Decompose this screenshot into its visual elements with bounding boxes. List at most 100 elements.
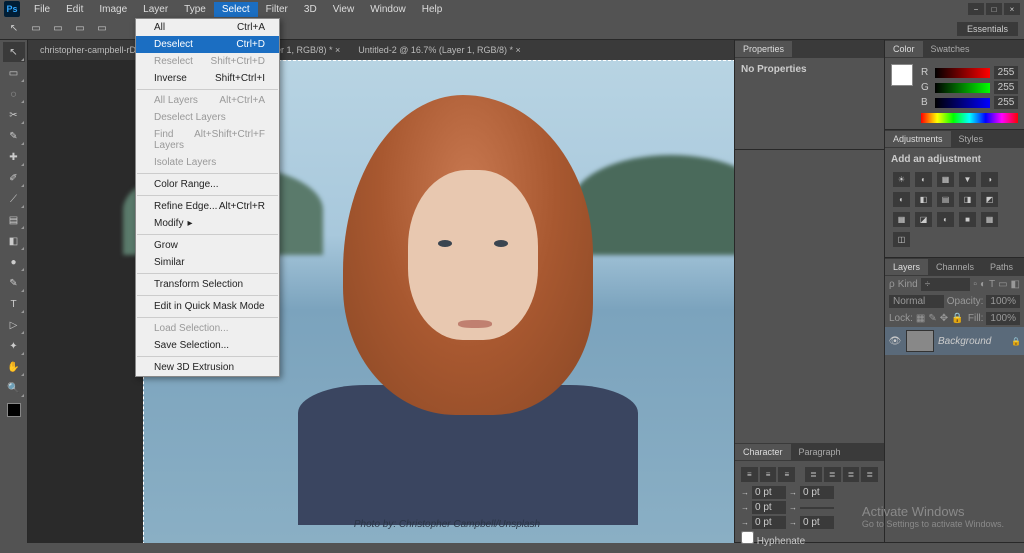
filter-shape-icon[interactable]: ▭ (998, 279, 1007, 290)
maximize-button[interactable]: □ (986, 3, 1002, 15)
subtract-selection-icon[interactable]: ▭ (72, 21, 88, 37)
filter-smart-icon[interactable]: ◧ (1011, 279, 1020, 290)
blue-value[interactable]: 255 (994, 96, 1018, 109)
tool-2[interactable]: ◌ (3, 84, 25, 104)
adjustments-tab[interactable]: Adjustments (885, 131, 951, 147)
adjustment-icon-13[interactable]: ■ (959, 212, 976, 227)
menu-item-grow[interactable]: Grow (136, 237, 279, 254)
adjustment-icon-10[interactable]: ▦ (893, 212, 910, 227)
layer-row-background[interactable]: 👁 Background 🔒 (885, 327, 1024, 355)
menu-item-save-selection-[interactable]: Save Selection... (136, 337, 279, 354)
tool-14[interactable]: ✦ (3, 336, 25, 356)
tool-1[interactable]: ▭ (3, 63, 25, 83)
menu-view[interactable]: View (325, 2, 363, 17)
fill-input[interactable]: 100% (986, 312, 1020, 325)
tool-0[interactable]: ↖ (3, 42, 25, 62)
adjustment-icon-4[interactable]: ◑ (981, 172, 998, 187)
align-right-icon[interactable]: ≡ (778, 467, 795, 482)
blend-mode-select[interactable]: Normal (889, 295, 944, 308)
tool-12[interactable]: T (3, 294, 25, 314)
menu-image[interactable]: Image (91, 2, 135, 17)
menu-select[interactable]: Select (214, 2, 258, 17)
menu-item-all[interactable]: AllCtrl+A (136, 19, 279, 36)
adjustment-icon-11[interactable]: ◪ (915, 212, 932, 227)
tool-4[interactable]: ✎ (3, 126, 25, 146)
justify-left-icon[interactable]: ≣ (805, 467, 822, 482)
hue-strip[interactable] (921, 113, 1018, 123)
document-tab-2[interactable]: Untitled-2 @ 16.7% (Layer 1, RGB/8) * × (350, 42, 528, 58)
adjustment-icon-8[interactable]: ◨ (959, 192, 976, 207)
menu-item-new-d-extrusion[interactable]: New 3D Extrusion (136, 359, 279, 376)
paragraph-spacing-input[interactable]: 0 pt (800, 486, 834, 499)
menu-edit[interactable]: Edit (58, 2, 91, 17)
foreground-color-swatch[interactable] (891, 64, 913, 86)
paragraph-tab[interactable]: Paragraph (791, 444, 849, 460)
selection-mode-icon[interactable]: ▭ (28, 21, 44, 37)
menu-filter[interactable]: Filter (258, 2, 296, 17)
paths-tab[interactable]: Paths (982, 259, 1021, 275)
menu-window[interactable]: Window (362, 2, 414, 17)
lock-position-icon[interactable]: ✥ (940, 313, 948, 324)
menu-item-deselect[interactable]: DeselectCtrl+D (136, 36, 279, 53)
adjustment-icon-15[interactable]: ◫ (893, 232, 910, 247)
adjustment-icon-1[interactable]: ◐ (915, 172, 932, 187)
layers-tab[interactable]: Layers (885, 259, 928, 275)
menu-item-transform-selection[interactable]: Transform Selection (136, 276, 279, 293)
tool-10[interactable]: ● (3, 252, 25, 272)
menu-item-refine-edge-[interactable]: Refine Edge...Alt+Ctrl+R (136, 198, 279, 215)
tool-13[interactable]: ▷ (3, 315, 25, 335)
tool-9[interactable]: ◧ (3, 231, 25, 251)
tool-15[interactable]: ✋ (3, 357, 25, 377)
adjustment-icon-14[interactable]: ▦ (981, 212, 998, 227)
paragraph-spacing-input[interactable]: 0 pt (800, 516, 834, 529)
lock-pixels-icon[interactable]: ✎ (928, 313, 936, 324)
lock-all-icon[interactable]: 🔒 (951, 313, 963, 324)
workspace-switcher[interactable]: Essentials (957, 22, 1018, 36)
channels-tab[interactable]: Channels (928, 259, 982, 275)
styles-tab[interactable]: Styles (951, 131, 992, 147)
adjustment-icon-2[interactable]: ▦ (937, 172, 954, 187)
close-button[interactable]: × (1004, 3, 1020, 15)
adjustment-icon-12[interactable]: ◐ (937, 212, 954, 227)
tool-5[interactable]: ✚ (3, 147, 25, 167)
paragraph-spacing-input[interactable]: 0 pt (752, 516, 786, 529)
tool-7[interactable]: ⟋ (3, 189, 25, 209)
green-value[interactable]: 255 (994, 81, 1018, 94)
paragraph-spacing-input[interactable] (800, 507, 834, 509)
layer-thumbnail[interactable] (906, 330, 934, 352)
menu-item-modify[interactable]: Modify (136, 215, 279, 232)
tool-preset-icon[interactable]: ↖ (6, 21, 22, 37)
adjustment-icon-7[interactable]: ▤ (937, 192, 954, 207)
green-slider[interactable] (935, 83, 990, 93)
menu-help[interactable]: Help (414, 2, 451, 17)
justify-right-icon[interactable]: ≣ (843, 467, 860, 482)
adjustment-icon-9[interactable]: ◩ (981, 192, 998, 207)
hyphenate-checkbox[interactable] (741, 531, 754, 544)
menu-file[interactable]: File (26, 2, 58, 17)
color-swatches-icon[interactable] (7, 403, 21, 417)
tool-16[interactable]: 🔍 (3, 378, 25, 398)
add-selection-icon[interactable]: ▭ (50, 21, 66, 37)
align-left-icon[interactable]: ≡ (741, 467, 758, 482)
menu-type[interactable]: Type (176, 2, 214, 17)
adjustment-icon-6[interactable]: ◧ (915, 192, 932, 207)
filter-adj-icon[interactable]: ◐ (980, 279, 986, 290)
canvas-area[interactable]: Photo by: Christopher Campbell/Unsplash (28, 60, 734, 543)
menu-3d[interactable]: 3D (296, 2, 325, 17)
red-value[interactable]: 255 (994, 66, 1018, 79)
character-tab[interactable]: Character (735, 444, 791, 460)
opacity-input[interactable]: 100% (986, 295, 1020, 308)
justify-center-icon[interactable]: ≣ (824, 467, 841, 482)
blue-slider[interactable] (935, 98, 990, 108)
swatches-tab[interactable]: Swatches (923, 41, 978, 57)
justify-all-icon[interactable]: ≣ (861, 467, 878, 482)
paragraph-spacing-input[interactable]: 0 pt (752, 486, 786, 499)
color-tab[interactable]: Color (885, 41, 923, 57)
tool-11[interactable]: ✎ (3, 273, 25, 293)
red-slider[interactable] (935, 68, 990, 78)
tool-6[interactable]: ✐ (3, 168, 25, 188)
adjustment-icon-5[interactable]: ◐ (893, 192, 910, 207)
filter-type-icon[interactable]: T (989, 279, 995, 290)
menu-item-color-range-[interactable]: Color Range... (136, 176, 279, 193)
paragraph-spacing-input[interactable]: 0 pt (752, 501, 786, 514)
